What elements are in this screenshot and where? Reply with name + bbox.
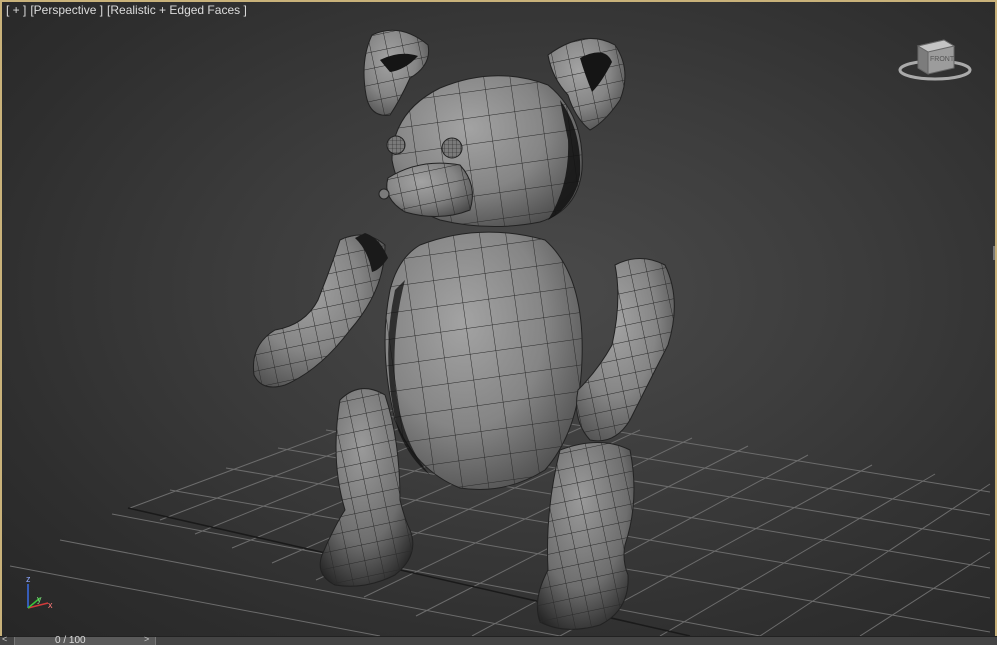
viewport-label-menu: [ + ] [Perspective ] [Realistic + Edged Fa… [6,3,251,17]
time-slider-thumb[interactable]: 0 / 100 [14,635,156,645]
scene-canvas[interactable]: z y x [0,0,997,645]
chevron-right-icon[interactable]: > [144,634,149,644]
viewport-general-menu[interactable]: [ + ] [6,3,26,17]
right-arm-mesh [576,258,675,442]
axis-x-label: x [48,600,53,610]
viewport-point-of-view-menu[interactable]: [Perspective ] [30,3,103,17]
viewport-shading-menu[interactable]: [Realistic + Edged Faces ] [107,3,247,17]
axis-y-label: y [37,594,42,604]
viewcube[interactable]: FRONT [896,34,974,86]
axis-tripod: z y x [26,574,53,610]
viewcube-face-label: FRONT [930,56,955,63]
frame-counter: 0 / 100 [55,635,86,645]
viewport-resize-handle[interactable] [993,246,997,260]
chevron-left-icon[interactable]: < [2,634,7,644]
nose-mesh [378,188,390,200]
perspective-viewport[interactable]: z y x FRONT [ + ] [Perspective ] [Realisti… [0,0,997,645]
left-arm-mesh [252,233,388,388]
time-slider-track[interactable]: < 0 / 100 > [0,634,997,645]
teddy-bear-model[interactable] [252,29,675,630]
axis-z-label: z [26,574,31,584]
body-mesh [384,231,583,491]
